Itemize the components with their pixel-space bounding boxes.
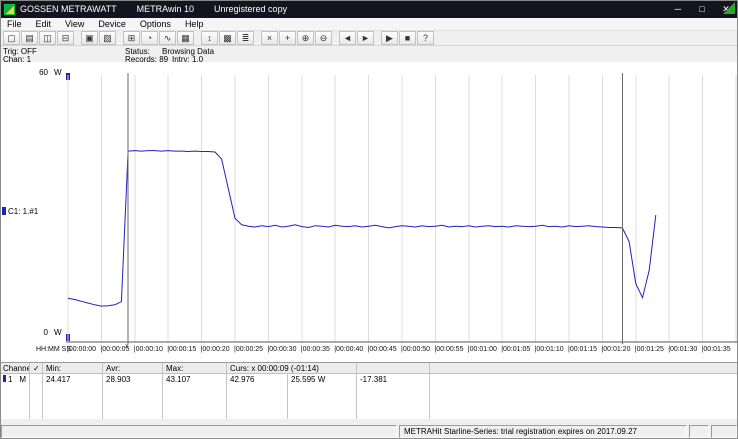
x-tick-label: |00:00:55: [434, 346, 464, 353]
table-empty-rows: [0, 385, 738, 419]
x-tick-label: |00:01:15: [568, 346, 598, 353]
zoom-out-icon[interactable]: ⊖: [315, 31, 332, 45]
grid-icon[interactable]: ▩: [219, 31, 236, 45]
cursor1-handle[interactable]: x: [125, 343, 129, 350]
device-read-icon[interactable]: ◄: [339, 31, 356, 45]
maximize-button[interactable]: □: [690, 0, 714, 18]
device-send-icon[interactable]: ►: [357, 31, 374, 45]
x-axis-labels: |00:00:00 |00:00:05 |00:00:10 |00:00:15 |00:…: [0, 346, 738, 357]
start-measure-icon[interactable]: ▶: [381, 31, 398, 45]
title-license-note: Unregistered copy: [214, 4, 288, 14]
channel-swatch-icon: [3, 375, 6, 382]
channel-data-row[interactable]: 1 M 24.417 28.903 43.107 42.976 25.595 W…: [0, 374, 738, 385]
x-tick-label: |00:00:20: [200, 346, 230, 353]
open-icon[interactable]: ▤: [21, 31, 38, 45]
menu-device[interactable]: Device: [91, 19, 133, 29]
zoom-in-icon[interactable]: ⊕: [297, 31, 314, 45]
statusbar-panel-small: [689, 425, 709, 438]
x-tick-label: |00:00:25: [234, 346, 264, 353]
x-tick-label: |00:00:35: [300, 346, 330, 353]
y-axis-unit-bottom: W: [54, 328, 62, 337]
export-icon[interactable]: ▧: [99, 31, 116, 45]
toolbar: ▢ ▤ ◫ ⊟ ▣ ▧ ⊞ ◔ ∿ ▦ ↕ ▩ ≣ × + ⊕ ⊖ ◄ ► ▶ ■?: [0, 31, 738, 46]
cell-avr: 28.903: [103, 374, 163, 385]
x-tick-label: |00:00:30: [267, 346, 297, 353]
new-icon[interactable]: ▢: [3, 31, 20, 45]
statistics-table: Channel ✓ Min: Avr: Max: Curs: x 00:00:0…: [0, 362, 738, 419]
x-tick-label: |00:00:40: [334, 346, 364, 353]
app-icon: [4, 3, 15, 15]
menu-file[interactable]: File: [0, 19, 29, 29]
stop-measure-icon[interactable]: ■: [399, 31, 416, 45]
y-axis-max-label: 60: [39, 68, 48, 77]
legend-icon[interactable]: ≣: [237, 31, 254, 45]
statusbar-panel-right: [711, 425, 737, 438]
connection-status-triangle-icon: [723, 2, 735, 14]
table-header-row: Channel ✓ Min: Avr: Max: Curs: x 00:00:0…: [0, 363, 738, 374]
power-trace-line: [67, 150, 657, 307]
copy-icon[interactable]: ▣: [81, 31, 98, 45]
x-tick-label: |00:01:05: [501, 346, 531, 353]
menu-help[interactable]: Help: [178, 19, 211, 29]
cell-visible-check[interactable]: [30, 374, 43, 385]
header-visible-check[interactable]: ✓: [30, 363, 43, 373]
channel-color-marker: [2, 207, 6, 215]
menu-view[interactable]: View: [58, 19, 91, 29]
x-tick-label: |00:01:00: [467, 346, 497, 353]
x-tick-label: |00:01:35: [701, 346, 731, 353]
menu-options[interactable]: Options: [133, 19, 178, 29]
header-max: Max:: [163, 363, 227, 373]
cell-delta: -17.381: [357, 374, 430, 385]
header-spare: [430, 363, 738, 373]
x-tick-label: |00:00:50: [401, 346, 431, 353]
digital-display-icon[interactable]: ⊞: [123, 31, 140, 45]
header-avr: Avr:: [103, 363, 163, 373]
y-axis-min-label: 0: [43, 328, 48, 337]
title-brand: GOSSEN METRAWATT: [20, 4, 117, 14]
cell-cursor2-value: 25.595 W: [288, 374, 357, 385]
cursor-2-icon[interactable]: +: [279, 31, 296, 45]
x-tick-label: |00:00:15: [167, 346, 197, 353]
x-tick-label: |00:01:25: [634, 346, 664, 353]
cursor-1-icon[interactable]: ×: [261, 31, 278, 45]
header-channel: Channel: [0, 363, 30, 373]
x-tick-label: |00:00:45: [367, 346, 397, 353]
x-tick-label: |00:00:00: [67, 346, 97, 353]
header-min: Min:: [43, 363, 103, 373]
chart-area: 60 W 0 W C1: 1.#1 HH:MM SS |00:00:00 |00:…: [0, 62, 738, 362]
scale-icon[interactable]: ↕: [201, 31, 218, 45]
menu-bar: File Edit View Device Options Help: [0, 18, 738, 31]
chart-view-icon[interactable]: ∿: [159, 31, 176, 45]
cell-min: 24.417: [43, 374, 103, 385]
cell-cursor1-value: 42.976: [227, 374, 288, 385]
header-delta: [357, 363, 430, 373]
channel-flag: M: [19, 375, 26, 384]
title-app-name: METRAwin 10: [136, 4, 195, 14]
x-tick-label: |00:01:30: [668, 346, 698, 353]
header-cursors: Curs: x 00:00:09 (-01:14): [227, 363, 357, 373]
menu-edit[interactable]: Edit: [29, 19, 59, 29]
help-icon[interactable]: ?: [417, 31, 434, 45]
save-icon[interactable]: ◫: [39, 31, 56, 45]
cell-max: 43.107: [163, 374, 227, 385]
cell-channel: 1 M: [0, 374, 30, 385]
status-bar: METRAHit Starline-Series: trial registra…: [1, 424, 737, 438]
cell-spare: [430, 374, 738, 385]
channel-number: 1: [8, 375, 13, 384]
status-panel: Trig: OFF Chan: 1 Status: Browsing Data …: [0, 46, 738, 64]
print-icon[interactable]: ⊟: [57, 31, 74, 45]
x-tick-label: |00:00:10: [133, 346, 163, 353]
x-tick-label: |00:01:10: [534, 346, 564, 353]
statusbar-trial-message: METRAHit Starline-Series: trial registra…: [399, 425, 687, 438]
minimize-button[interactable]: ─: [666, 0, 690, 18]
x-tick-label: |00:01:20: [601, 346, 631, 353]
channel-value-label: C1: 1.#1: [8, 207, 39, 216]
analog-display-icon[interactable]: ◔: [141, 31, 158, 45]
table-view-icon[interactable]: ▦: [177, 31, 194, 45]
y-axis-unit-top: W: [54, 68, 62, 77]
chart-plot[interactable]: [66, 73, 738, 344]
statusbar-panel-left: [1, 425, 397, 438]
title-bar: GOSSEN METRAWATT METRAwin 10 Unregistere…: [0, 0, 738, 18]
